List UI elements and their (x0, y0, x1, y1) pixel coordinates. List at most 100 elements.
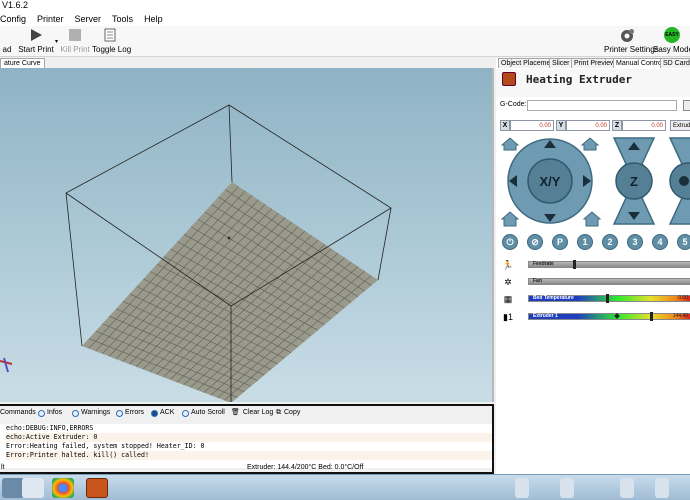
movement-controls: X/Y Z (496, 134, 690, 230)
x-axis-label: X (500, 120, 510, 131)
gear-icon (621, 29, 634, 42)
extruder-temperature-slider[interactable]: Extruder 1 144.40 (528, 312, 690, 321)
repetier-host-icon[interactable] (86, 478, 108, 498)
home-y-icon[interactable] (580, 137, 600, 151)
log-line: echo:DEBUG:INFO,ERRORS (6, 424, 94, 432)
log-line: echo:Active Extruder: 0 (6, 433, 492, 442)
parking-button[interactable]: P (552, 234, 568, 250)
filter-ack[interactable]: ACK (151, 406, 174, 420)
status-left: lt (1, 464, 5, 471)
preset-4-button[interactable]: 4 (652, 234, 668, 250)
bed-target-knob[interactable] (606, 294, 609, 303)
preset-2-button[interactable]: 2 (602, 234, 618, 250)
tab-temperature-curve[interactable]: ature Curve (0, 58, 45, 68)
filter-commands-label: Commands (0, 409, 36, 416)
printer-settings-button[interactable]: Printer Settings (604, 26, 659, 57)
preset-1-button[interactable]: 1 (577, 234, 593, 250)
tab-print-preview[interactable]: Print Preview (571, 58, 619, 68)
toggle-log-button[interactable]: Toggle Log (92, 26, 131, 57)
z-position: 0.00 (622, 120, 666, 131)
clear-log-button[interactable]: 🗑 Clear Log (231, 406, 273, 420)
bed-temperature-row: ▦ Bed Temperature 0.00 (500, 292, 690, 306)
extruder-button[interactable]: Extrude (670, 120, 690, 131)
power-icon[interactable]: ⏻ (502, 234, 518, 250)
radio-icon (151, 409, 158, 417)
tray-icon[interactable] (655, 478, 669, 498)
gcode-input[interactable] (527, 100, 677, 111)
xy-pad[interactable]: X/Y (507, 138, 593, 224)
start-print-label: Start Print (18, 45, 54, 54)
filter-infos[interactable]: Infos (38, 406, 62, 420)
home-z-icon[interactable] (582, 211, 602, 227)
origin-marker (227, 236, 231, 240)
taskbar-item-icon[interactable] (2, 478, 24, 498)
start-print-button[interactable]: Start Print (18, 26, 54, 57)
gcode-send-button[interactable] (683, 100, 690, 111)
media-player-icon[interactable] (22, 478, 44, 498)
tab-sd-card[interactable]: SD Card (660, 58, 690, 68)
menu-server[interactable]: Server (75, 12, 109, 26)
radio-icon (72, 409, 79, 417)
feedrate-slider[interactable]: Feedrate (528, 260, 690, 269)
menu-printer[interactable]: Printer (37, 12, 71, 26)
extruder-pad[interactable] (668, 137, 690, 225)
print-volume-view (0, 104, 392, 402)
play-icon (31, 29, 42, 41)
preset-5-button[interactable]: 5 (677, 234, 690, 250)
fan-icon: ✲ (504, 277, 512, 287)
extruder-icon: ▮1 (503, 312, 513, 322)
kill-print-button[interactable]: Kill Print (60, 26, 90, 57)
3d-viewport[interactable] (0, 68, 494, 402)
z-pad[interactable]: Z (612, 137, 656, 225)
menu-config[interactable]: Config (0, 12, 33, 26)
bed-temperature-slider[interactable]: Bed Temperature 0.00 (528, 294, 690, 303)
tray-icon[interactable] (620, 478, 634, 498)
filter-commands[interactable]: Commands (0, 406, 36, 420)
tray-icon[interactable] (560, 478, 574, 498)
home-all-icon[interactable] (500, 211, 520, 227)
feedrate-label: Feedrate (533, 261, 554, 267)
tray-icon[interactable] (515, 478, 529, 498)
gcode-label: G-Code: (500, 101, 527, 108)
menu-help[interactable]: Help (144, 12, 170, 26)
radio-icon (182, 409, 189, 417)
copy-icon: ⧉ (276, 409, 281, 416)
disable-motors-icon[interactable]: ⊘ (527, 234, 543, 250)
x-position: 0.00 (510, 120, 554, 131)
start-print-dropdown-icon[interactable]: ▾ (55, 38, 58, 45)
filter-errors[interactable]: Errors (116, 406, 144, 420)
auto-scroll-toggle[interactable]: Auto Scroll (182, 406, 225, 420)
filter-ack-label: ACK (160, 409, 175, 416)
radio-icon (38, 409, 45, 417)
extruder-target-knob[interactable] (650, 312, 653, 321)
feedrate-icon: 🏃 (502, 260, 514, 270)
xy-pad-label: X/Y (540, 174, 561, 189)
printer-settings-label: Printer Settings (604, 45, 659, 54)
menu-bar: Config Printer Server Tools Help (0, 12, 690, 26)
extruder-current-marker (614, 313, 620, 319)
copy-button[interactable]: ⧉ Copy (276, 406, 300, 420)
fan-slider[interactable]: Fan (528, 278, 690, 285)
chrome-icon[interactable] (52, 478, 74, 498)
easy-mode-button[interactable]: EASY Easy Mode (653, 26, 690, 57)
z-axis-label: Z (612, 120, 622, 131)
home-x-icon[interactable] (500, 137, 520, 151)
preset-3-button[interactable]: 3 (627, 234, 643, 250)
log-output[interactable]: echo:DEBUG:INFO,ERRORS echo:Active Extru… (0, 424, 492, 468)
quick-actions: ⏻ ⊘ P 1 2 3 4 5 (500, 234, 690, 250)
extruder-gear-icon (679, 176, 689, 186)
tab-slicer[interactable]: Slicer (549, 58, 573, 68)
filter-warnings[interactable]: Warnings (72, 406, 110, 420)
menu-tools[interactable]: Tools (112, 12, 140, 26)
axis-gizmo-icon (0, 357, 13, 373)
fan-row: ✲ Fan (500, 275, 690, 289)
status-bar: lt Extruder: 144.4/200°C Bed: 0.0°C/Off (0, 464, 492, 472)
copy-label: Copy (284, 409, 301, 416)
feedrate-knob[interactable] (573, 260, 576, 269)
tab-manual-control[interactable]: Manual Control (613, 58, 667, 68)
heated-bed-icon: ▦ (503, 294, 513, 304)
stop-icon (69, 29, 81, 41)
clear-log-label: Clear Log (242, 409, 274, 416)
filter-infos-label: Infos (47, 409, 63, 416)
load-button[interactable]: ad (0, 26, 14, 57)
